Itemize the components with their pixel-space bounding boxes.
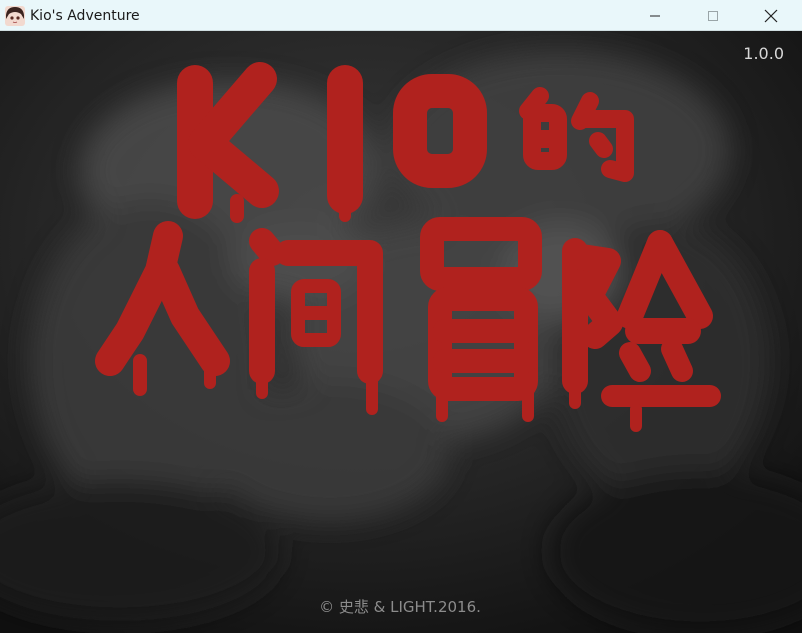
game-window: Kio's Adventure 1.0.0 © 史悲 & LIGHT.2016. [0, 0, 802, 633]
maximize-button[interactable] [684, 0, 742, 31]
app-icon [5, 6, 25, 26]
window-title: Kio's Adventure [30, 8, 140, 24]
close-icon [764, 9, 778, 22]
title-screen[interactable]: 1.0.0 © 史悲 & LIGHT.2016. [0, 31, 802, 633]
minimize-icon [650, 15, 660, 16]
game-logo [95, 62, 721, 432]
title-bar[interactable]: Kio's Adventure [0, 0, 802, 31]
minimize-button[interactable] [626, 0, 684, 31]
copyright-text: © 史悲 & LIGHT.2016. [319, 598, 481, 616]
maximize-icon [708, 10, 718, 21]
close-button[interactable] [742, 0, 800, 31]
